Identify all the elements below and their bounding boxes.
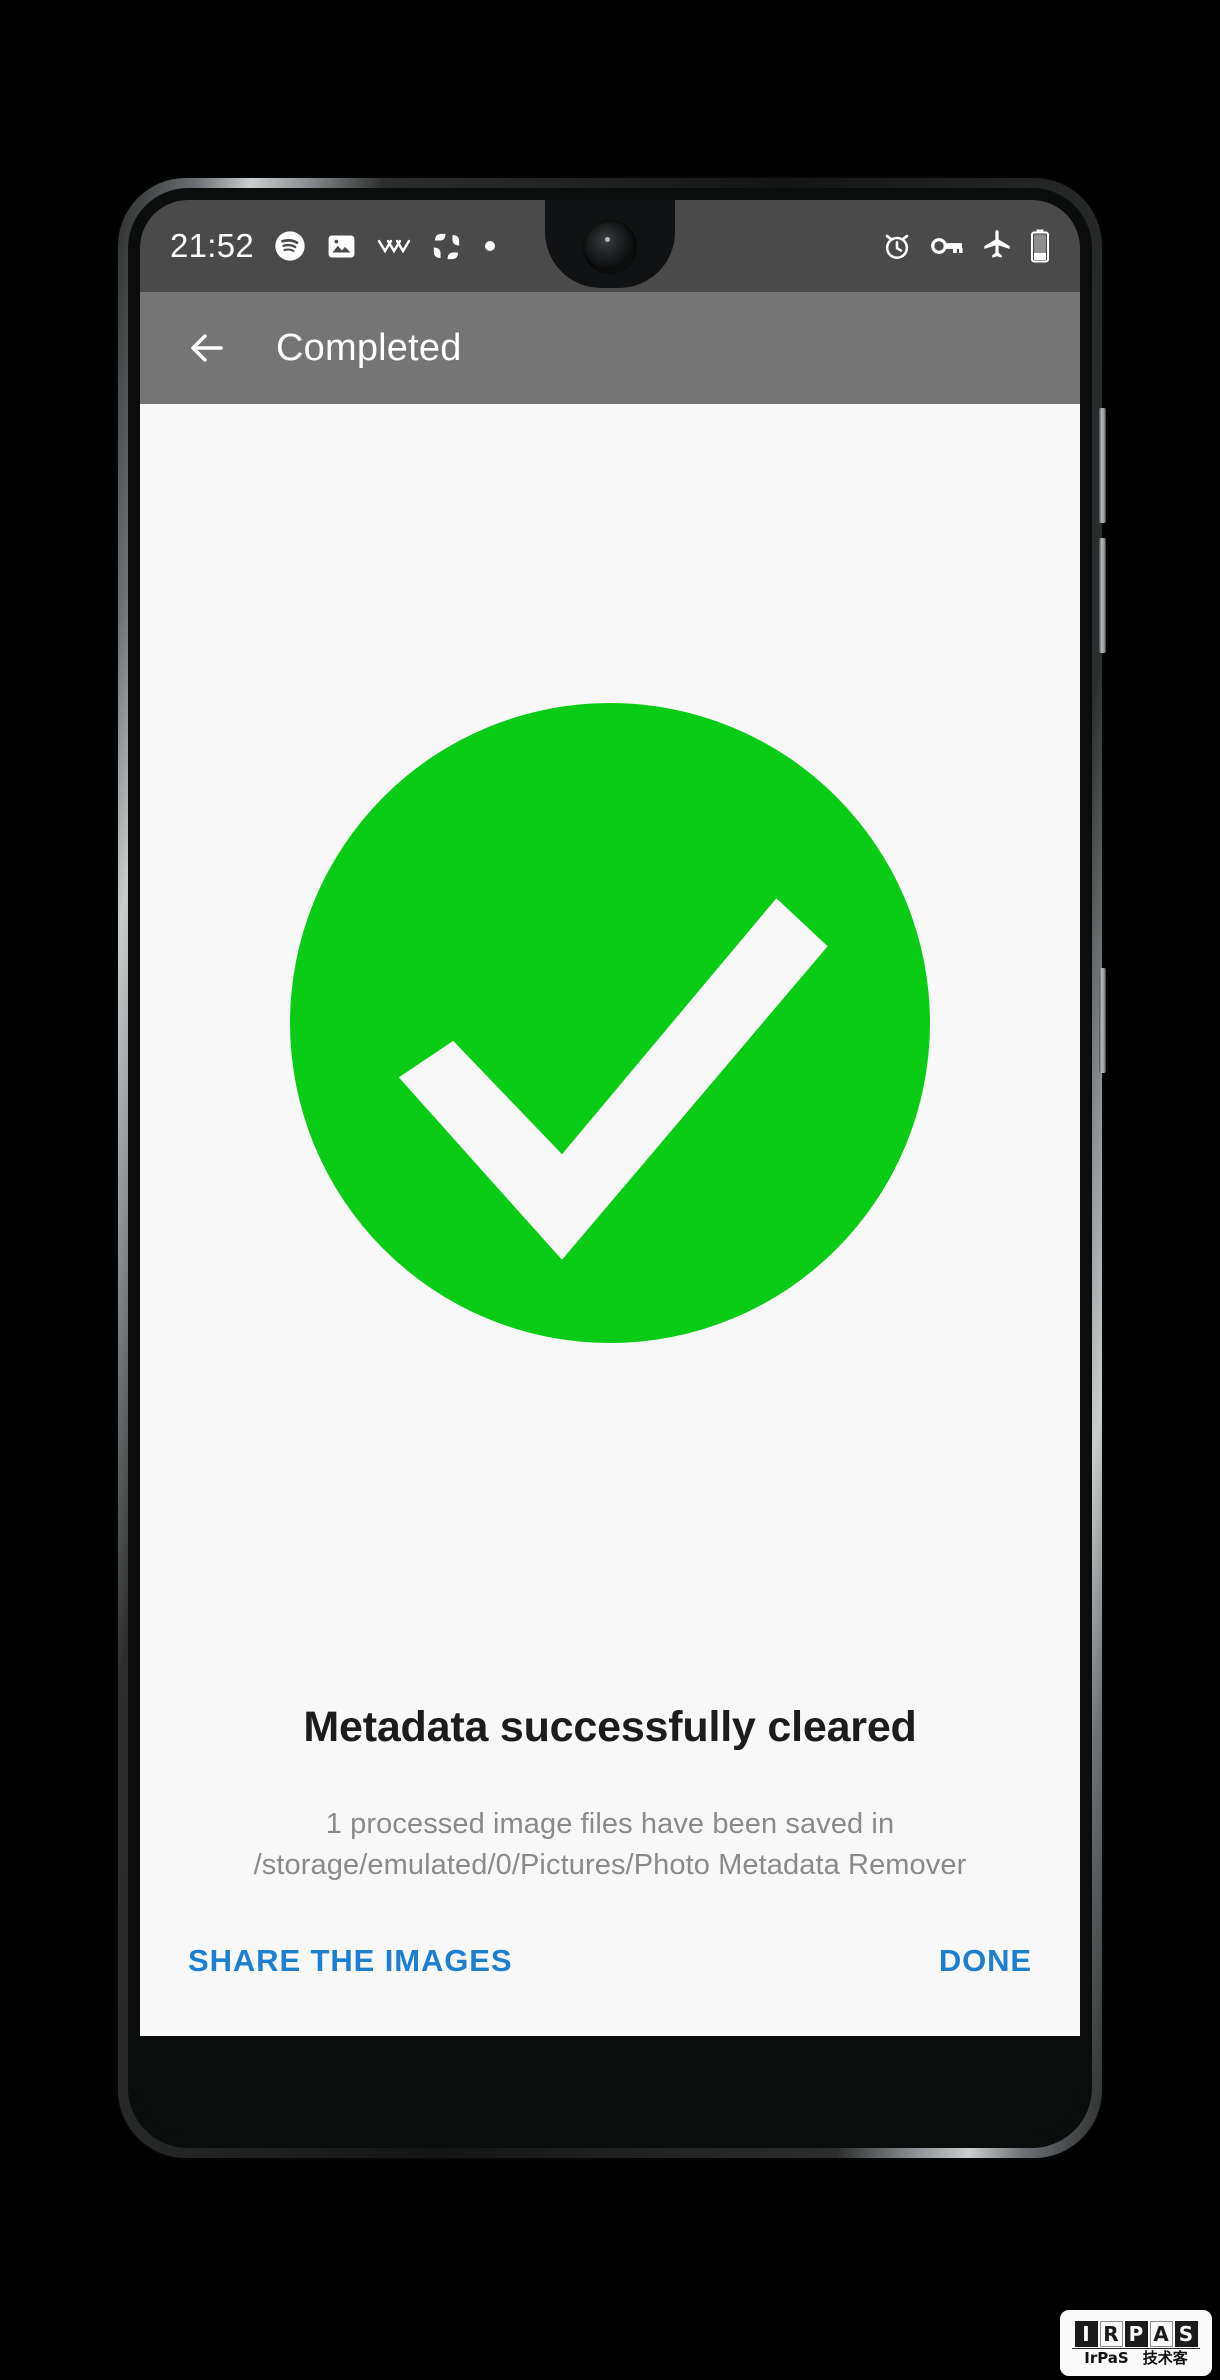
watermark-logo: I R P A S	[1074, 2320, 1198, 2347]
vpn-key-icon	[931, 238, 963, 254]
back-arrow-icon	[191, 334, 223, 362]
share-the-images-button[interactable]: SHARE THE IMAGES	[182, 1931, 518, 1991]
content-area: Metadata successfully cleared 1 processe…	[140, 404, 1080, 2036]
volume-up-button[interactable]	[1099, 408, 1106, 523]
phone-device-frame: 21:52 Completed Metadata successfully cl…	[118, 178, 1106, 2158]
watermark-letter: A	[1149, 2320, 1173, 2347]
front-camera-lens	[583, 220, 637, 274]
watermark-badge: I R P A S IrPaS 技术客	[1060, 2310, 1212, 2376]
screen-surface: 21:52 Completed Metadata successfully cl…	[140, 200, 1080, 2136]
status-bar[interactable]: 21:52	[140, 200, 1080, 292]
success-icon-container	[140, 404, 1080, 1703]
spotify-icon	[275, 231, 305, 261]
watermark-letter: P	[1124, 2320, 1148, 2347]
success-description: 1 processed image files have been saved …	[253, 1807, 967, 1881]
google-photos-pinwheel-icon	[433, 233, 460, 259]
status-bar-right-group	[881, 229, 1050, 263]
battery-low-icon	[1031, 229, 1049, 263]
watermark-sub-left: IrPaS	[1084, 2348, 1129, 2367]
airplane-mode-icon	[984, 230, 1010, 258]
dot-indicator-icon	[485, 241, 496, 251]
action-button-row: SHARE THE IMAGES DONE	[140, 1886, 1080, 2036]
status-bar-left-group: 21:52	[170, 227, 498, 265]
green-check-circle-icon	[290, 703, 930, 1344]
watermark-letter: R	[1099, 2320, 1123, 2347]
phone-screen: 21:52 Completed Metadata successfully cl…	[140, 200, 1080, 2136]
app-bar: Completed	[140, 292, 1080, 404]
watermark-letter: I	[1074, 2320, 1098, 2347]
success-headline: Metadata successfully cleared	[303, 1702, 917, 1751]
front-camera-notch	[545, 200, 675, 288]
volume-down-button[interactable]	[1099, 538, 1106, 653]
watermark-letter: S	[1174, 2320, 1198, 2347]
power-button[interactable]	[1099, 968, 1106, 1073]
done-button[interactable]: DONE	[933, 1931, 1038, 1991]
page-title: Completed	[276, 326, 462, 369]
alarm-clock-icon	[885, 234, 909, 259]
watermark-sub-right: 技术客	[1142, 2348, 1188, 2367]
watermark-subtitle: IrPaS 技术客	[1072, 2347, 1200, 2367]
screen-bottom-filler	[140, 2036, 1080, 2136]
photo-image-icon	[328, 235, 355, 257]
wear-chevrons-icon	[377, 239, 411, 254]
status-bar-clock: 21:52	[170, 227, 255, 264]
back-button[interactable]	[178, 319, 236, 377]
